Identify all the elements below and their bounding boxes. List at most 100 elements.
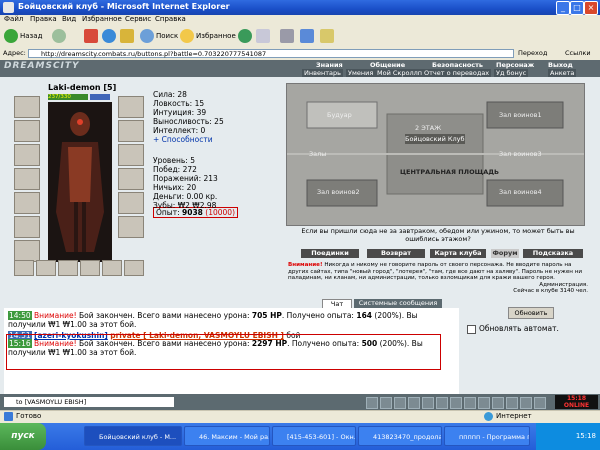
helmet-slot[interactable] (14, 96, 40, 118)
edit-icon[interactable] (300, 29, 314, 43)
map-fight-club[interactable]: Бойцовский Клуб (405, 135, 465, 143)
menu-view[interactable]: Вид (62, 15, 76, 23)
map-central-square[interactable]: ЦЕНТРАЛЬНАЯ ПЛОЩАДЬ (400, 168, 499, 176)
menu-tools[interactable]: Сервис (125, 15, 151, 23)
auto-refresh-checkbox[interactable] (467, 325, 476, 334)
chat-input[interactable]: to [VASMOYLU EBISH] (4, 397, 174, 407)
subnav-profile[interactable]: Анкета (548, 69, 577, 77)
maximize-button[interactable]: □ (570, 1, 584, 15)
forum-button[interactable]: Форум (491, 249, 519, 258)
chat-translit-icon[interactable] (422, 397, 434, 409)
chat-clock-icon[interactable] (534, 397, 546, 409)
menu-help[interactable]: Справка (155, 15, 186, 23)
print-icon[interactable] (280, 29, 294, 43)
forward-icon[interactable] (52, 29, 66, 43)
boots-slot[interactable] (118, 216, 144, 238)
chat-clear-icon[interactable] (380, 397, 392, 409)
armor-slot[interactable] (14, 192, 40, 214)
bracers-slot[interactable] (14, 168, 40, 190)
menu-file[interactable]: Файл (4, 15, 23, 23)
inventory-slot[interactable] (80, 260, 100, 276)
inventory-slot[interactable] (124, 260, 144, 276)
nav-communication[interactable]: Общение (370, 61, 405, 69)
map-warriors-hall-3[interactable]: Зал воинов3 (499, 150, 542, 158)
refresh-icon[interactable] (102, 29, 116, 43)
subnav-inventory[interactable]: Инвентарь (302, 69, 343, 77)
home-icon[interactable] (120, 29, 134, 43)
star-icon[interactable] (180, 29, 194, 43)
task-chat[interactable]: 46. Максим - Мой ра... (184, 426, 270, 446)
search-icon[interactable] (140, 29, 154, 43)
task-window[interactable]: [415-453-601] - Окн... (272, 426, 356, 446)
links-button[interactable]: Ссылки (565, 49, 591, 57)
subnav-scroll[interactable]: Мой Скроллп (375, 69, 425, 77)
nav-exit[interactable]: Выход (548, 61, 573, 69)
map-second-floor[interactable]: 2 ЭТАЖ (415, 124, 441, 132)
map-warriors-hall-1[interactable]: Зал воинов1 (499, 111, 542, 119)
map-boudoir[interactable]: Будуар (327, 111, 352, 119)
task-ie[interactable]: Бойцовский клуб - M... (84, 426, 182, 446)
minimize-button[interactable]: _ (556, 1, 570, 15)
chat-calendar-icon[interactable] (520, 397, 532, 409)
stat-level: Уровень: 5 (153, 156, 195, 165)
club-map-button[interactable]: Карта клуба (430, 249, 486, 258)
amulet-slot[interactable] (14, 120, 40, 142)
url-input[interactable]: http://dreamscity.combats.ru/buttons.pl?… (28, 49, 514, 58)
belt-slot[interactable] (14, 216, 40, 238)
menu-edit[interactable]: Правка (30, 15, 57, 23)
chat-info-icon[interactable] (506, 397, 518, 409)
favorites-button[interactable]: Избранное (196, 32, 236, 40)
task-folder[interactable]: 413823470_продола... (358, 426, 442, 446)
menu-favorites[interactable]: Избранное (82, 15, 122, 23)
help-button[interactable]: Подсказка (523, 249, 583, 258)
chat-filter-icon[interactable] (408, 397, 420, 409)
refresh-chat-button[interactable]: Обновить (508, 307, 554, 319)
abilities-link[interactable]: + Способности (153, 135, 213, 144)
duels-button[interactable]: Поединки (301, 249, 359, 258)
clock-time: 15:18 (566, 395, 587, 402)
ring-slot[interactable] (118, 120, 144, 142)
subnav-transfers[interactable]: Отчет о переводах (422, 69, 492, 77)
media-icon[interactable] (238, 29, 252, 43)
back-button[interactable]: Назад (20, 32, 42, 40)
ring2-slot[interactable] (118, 144, 144, 166)
chat-private-icon[interactable] (436, 397, 448, 409)
chat-mail-icon[interactable] (492, 397, 504, 409)
inventory-slot[interactable] (14, 260, 34, 276)
chat-send-icon[interactable] (366, 397, 378, 409)
character-name[interactable]: Laki-demon [5] (48, 83, 116, 92)
chat-smile-icon[interactable] (394, 397, 406, 409)
chat-settings-icon[interactable] (464, 397, 476, 409)
start-button[interactable]: пуск (0, 423, 46, 450)
nav-character[interactable]: Персонаж (496, 61, 534, 69)
game-header: DREAMSCITY Знания Общение Безопасность П… (0, 60, 600, 77)
return-button[interactable]: Возврат (367, 249, 425, 258)
tab-system-messages[interactable]: Системные сообщения (354, 299, 442, 308)
inventory-slot[interactable] (58, 260, 78, 276)
mail-icon[interactable] (256, 29, 270, 43)
go-button[interactable]: Переход (518, 49, 547, 57)
subnav-skills[interactable]: Умения (346, 69, 376, 77)
nav-security[interactable]: Безопасность (432, 61, 483, 69)
chat-sound-icon[interactable] (478, 397, 490, 409)
chat-people-icon[interactable] (450, 397, 462, 409)
back-icon[interactable] (4, 29, 18, 43)
inventory-slot[interactable] (102, 260, 122, 276)
map-warriors-hall-2[interactable]: Зал воинов2 (317, 188, 360, 196)
map-halls[interactable]: Залы (309, 150, 326, 158)
stop-icon[interactable] (84, 29, 98, 43)
map-warriors-hall-4[interactable]: Зал воинов4 (499, 188, 542, 196)
nav-knowledge[interactable]: Знания (316, 61, 343, 69)
shield-slot[interactable] (118, 168, 144, 190)
weapon-slot[interactable] (14, 144, 40, 166)
chat-time: 14:50 (8, 311, 32, 320)
earring-slot[interactable] (118, 96, 144, 118)
subnav-bonus[interactable]: Уд бонус (494, 69, 529, 77)
inventory-slot[interactable] (36, 260, 56, 276)
close-button[interactable]: × (584, 1, 598, 15)
gloves-slot[interactable] (14, 240, 40, 262)
pants-slot[interactable] (118, 192, 144, 214)
search-button[interactable]: Поиск (156, 32, 178, 40)
task-program[interactable]: ппппп - Программа п... (444, 426, 530, 446)
messenger-icon[interactable] (320, 29, 334, 43)
